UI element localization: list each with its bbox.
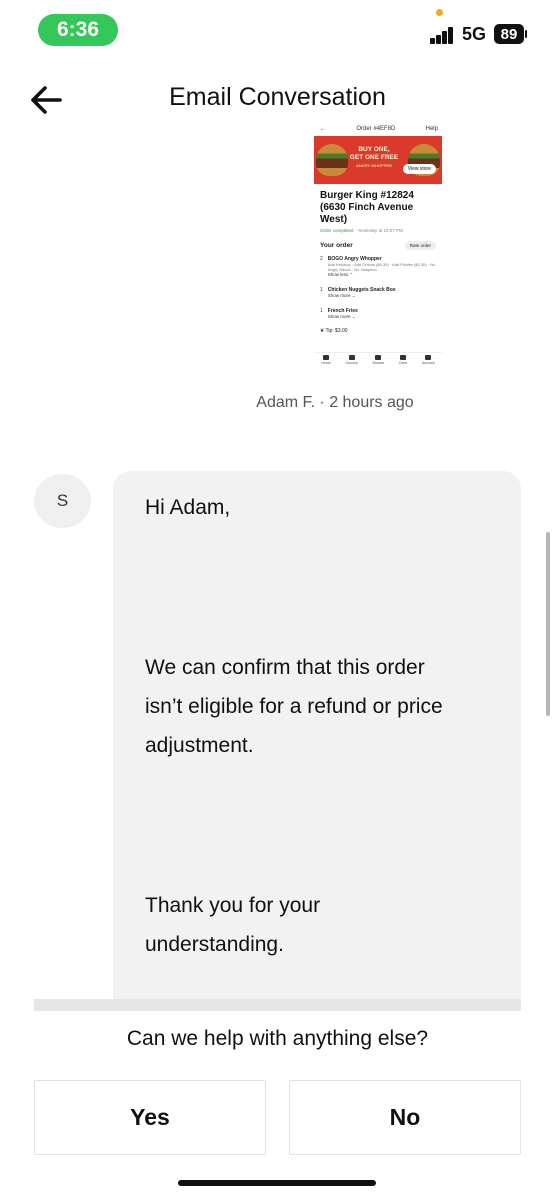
nav-carts: Carts	[399, 353, 407, 368]
order-item: 2 BOGO Angry Whopper Add Ketchup · Add O…	[320, 256, 436, 277]
status-bar: 6:36 5G 89	[0, 0, 555, 62]
message-line: Thank you for your	[145, 894, 321, 917]
your-order-header: Your order Rate order	[314, 235, 442, 250]
promo-text: BUY ONE, GET ONE FREE ANGRY WHOPPER	[349, 146, 399, 168]
yes-button[interactable]: Yes	[34, 1080, 266, 1155]
battery-icon: 89	[494, 24, 524, 44]
status-time: 6:36	[38, 14, 118, 46]
order-item: 1 Chicken Nuggets Snack Box Show more ⌄	[320, 287, 396, 298]
attachment-help: Help	[425, 126, 438, 132]
message-line: understanding.	[145, 933, 284, 956]
nav-browse: Browse	[373, 353, 384, 368]
nav-home: Home	[321, 353, 331, 368]
view-store-button: View store	[402, 164, 436, 174]
order-status: Order completed · Yesterday at 10:07 PM	[320, 228, 403, 233]
message-line: We can confirm that this order	[145, 656, 425, 679]
rate-order-button: Rate order	[404, 241, 436, 250]
attachment-bottom-nav: Home Grocery Browse Carts Account	[314, 352, 442, 368]
message-line: isn’t eligible for a refund or price	[145, 695, 443, 718]
no-button[interactable]: No	[289, 1080, 521, 1155]
privacy-indicator-dot	[436, 9, 443, 16]
sheet-divider	[34, 999, 521, 1011]
cellular-signal-icon	[430, 27, 456, 44]
nav-account: Account	[422, 353, 435, 368]
tip-icon: ❦	[320, 328, 325, 334]
tip-amount: ❦ Tip: $3.00	[320, 328, 348, 334]
nav-grocery: Grocery	[345, 353, 358, 368]
scrollbar[interactable]	[546, 532, 550, 716]
help-question: Can we help with anything else?	[126, 1027, 429, 1050]
message-line: adjustment.	[145, 734, 254, 757]
attachment-sender-time: Adam F. · 2 hours ago	[256, 394, 414, 411]
promo-banner: BUY ONE, GET ONE FREE ANGRY WHOPPER View…	[314, 136, 442, 184]
message-greeting: Hi Adam,	[145, 496, 231, 519]
attachment-order-number: Order #4EF8D	[356, 126, 396, 132]
order-screenshot-attachment[interactable]: ← Order #4EF8D Help BUY ONE, GET ONE FRE…	[314, 124, 442, 368]
battery-tip	[525, 30, 527, 38]
order-item: 1 French Fries Show more ⌄	[320, 308, 358, 319]
page-title: Email Conversation	[169, 83, 386, 111]
store-name: Burger King #12824 (6630 Finch Avenue We…	[320, 190, 414, 225]
support-avatar: S	[34, 474, 91, 528]
home-indicator[interactable]	[178, 1180, 376, 1186]
network-type: 5G	[462, 24, 487, 44]
attachment-topbar: ← Order #4EF8D Help	[314, 124, 442, 136]
attachment-back-icon: ←	[320, 126, 326, 132]
